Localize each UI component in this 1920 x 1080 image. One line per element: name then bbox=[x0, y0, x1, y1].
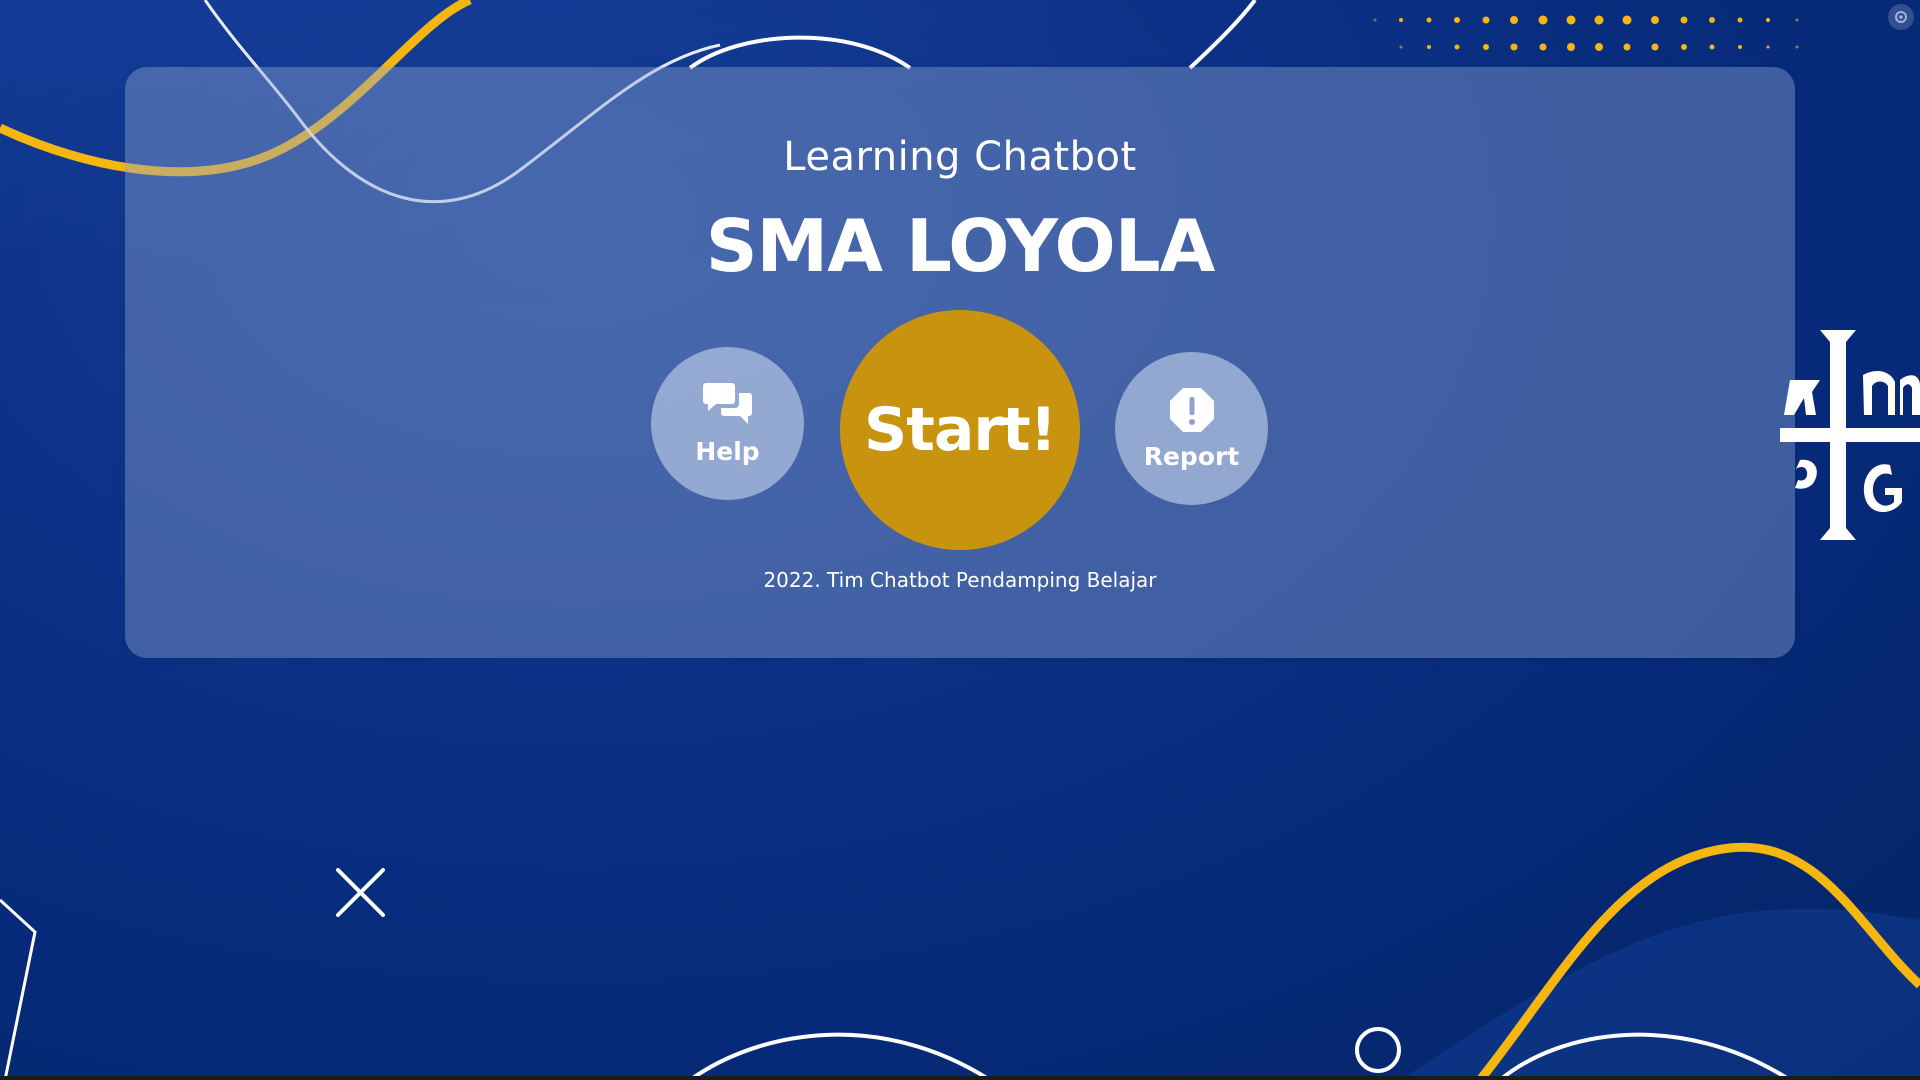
report-label: Report bbox=[1143, 442, 1240, 471]
app-subtitle: Learning Chatbot bbox=[783, 134, 1137, 180]
chat-bubbles-icon bbox=[702, 381, 754, 433]
start-label: Start! bbox=[863, 395, 1057, 465]
bottom-edge-bar bbox=[0, 1076, 1920, 1080]
report-button[interactable]: Report bbox=[1115, 352, 1268, 505]
landing-screen: Learning Chatbot SMA LOYOLA Help Start! … bbox=[0, 0, 1920, 1080]
help-button[interactable]: Help bbox=[651, 347, 804, 500]
help-label: Help bbox=[695, 437, 760, 466]
settings-icon[interactable] bbox=[1888, 4, 1914, 30]
footer-credit: 2022. Tim Chatbot Pendamping Belajar bbox=[763, 568, 1157, 592]
school-logo bbox=[1780, 330, 1920, 540]
alert-octagon-icon bbox=[1168, 386, 1216, 438]
school-title: SMA LOYOLA bbox=[705, 204, 1216, 288]
start-button[interactable]: Start! bbox=[840, 310, 1080, 550]
